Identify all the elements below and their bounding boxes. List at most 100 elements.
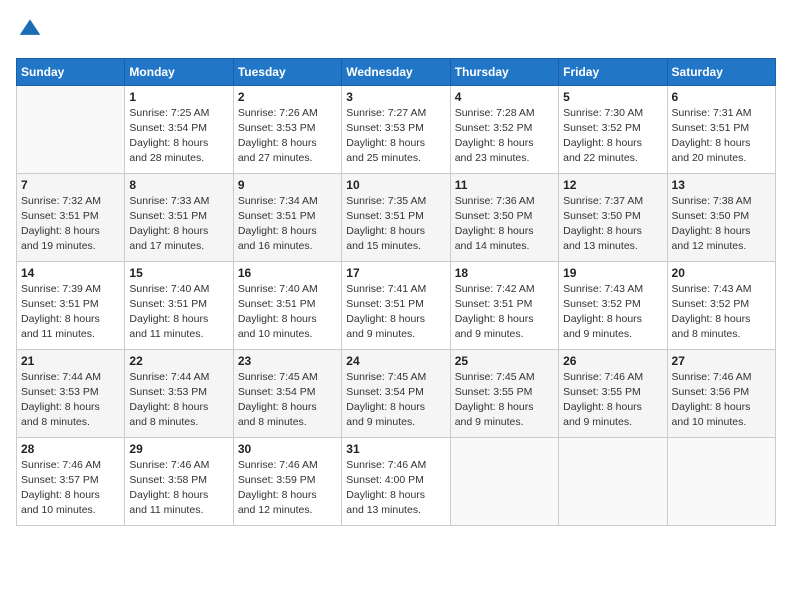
day-info: Sunrise: 7:44 AM Sunset: 3:53 PM Dayligh… bbox=[129, 370, 228, 431]
day-number: 14 bbox=[21, 266, 120, 280]
day-number: 24 bbox=[346, 354, 445, 368]
calendar-cell bbox=[450, 437, 558, 525]
calendar-cell: 21 Sunrise: 7:44 AM Sunset: 3:53 PM Dayli… bbox=[17, 349, 125, 437]
weekday-header-saturday: Saturday bbox=[667, 58, 775, 85]
calendar-week-5: 28 Sunrise: 7:46 AM Sunset: 3:57 PM Dayli… bbox=[17, 437, 776, 525]
weekday-header-sunday: Sunday bbox=[17, 58, 125, 85]
day-info: Sunrise: 7:30 AM Sunset: 3:52 PM Dayligh… bbox=[563, 106, 662, 167]
day-info: Sunrise: 7:36 AM Sunset: 3:50 PM Dayligh… bbox=[455, 194, 554, 255]
calendar-cell: 27 Sunrise: 7:46 AM Sunset: 3:56 PM Dayli… bbox=[667, 349, 775, 437]
calendar-cell: 4 Sunrise: 7:28 AM Sunset: 3:52 PM Daylig… bbox=[450, 85, 558, 173]
day-number: 13 bbox=[672, 178, 771, 192]
calendar-cell: 2 Sunrise: 7:26 AM Sunset: 3:53 PM Daylig… bbox=[233, 85, 341, 173]
calendar-week-4: 21 Sunrise: 7:44 AM Sunset: 3:53 PM Dayli… bbox=[17, 349, 776, 437]
day-number: 29 bbox=[129, 442, 228, 456]
day-info: Sunrise: 7:45 AM Sunset: 3:55 PM Dayligh… bbox=[455, 370, 554, 431]
weekday-header-row: SundayMondayTuesdayWednesdayThursdayFrid… bbox=[17, 58, 776, 85]
day-info: Sunrise: 7:38 AM Sunset: 3:50 PM Dayligh… bbox=[672, 194, 771, 255]
calendar-cell: 8Sunrise: 7:33 AM Sunset: 3:51 PM Daylig… bbox=[125, 173, 233, 261]
calendar-cell bbox=[17, 85, 125, 173]
day-info: Sunrise: 7:33 AM Sunset: 3:51 PM Dayligh… bbox=[129, 194, 228, 255]
weekday-header-wednesday: Wednesday bbox=[342, 58, 450, 85]
calendar-cell: 16 Sunrise: 7:40 AM Sunset: 3:51 PM Dayli… bbox=[233, 261, 341, 349]
calendar-cell: 17Sunrise: 7:41 AM Sunset: 3:51 PM Dayli… bbox=[342, 261, 450, 349]
day-number: 22 bbox=[129, 354, 228, 368]
day-info: Sunrise: 7:42 AM Sunset: 3:51 PM Dayligh… bbox=[455, 282, 554, 343]
day-info: Sunrise: 7:46 AM Sunset: 3:55 PM Dayligh… bbox=[563, 370, 662, 431]
day-info: Sunrise: 7:44 AM Sunset: 3:53 PM Dayligh… bbox=[21, 370, 120, 431]
calendar-cell: 23Sunrise: 7:45 AM Sunset: 3:54 PM Dayli… bbox=[233, 349, 341, 437]
day-number: 6 bbox=[672, 90, 771, 104]
day-info: Sunrise: 7:35 AM Sunset: 3:51 PM Dayligh… bbox=[346, 194, 445, 255]
day-number: 2 bbox=[238, 90, 337, 104]
calendar-cell: 13 Sunrise: 7:38 AM Sunset: 3:50 PM Dayli… bbox=[667, 173, 775, 261]
day-number: 25 bbox=[455, 354, 554, 368]
logo-icon bbox=[18, 16, 42, 40]
day-info: Sunrise: 7:43 AM Sunset: 3:52 PM Dayligh… bbox=[563, 282, 662, 343]
calendar-cell: 31 Sunrise: 7:46 AM Sunset: 4:00 PM Dayli… bbox=[342, 437, 450, 525]
day-info: Sunrise: 7:31 AM Sunset: 3:51 PM Dayligh… bbox=[672, 106, 771, 167]
calendar-header: SundayMondayTuesdayWednesdayThursdayFrid… bbox=[17, 58, 776, 85]
day-number: 4 bbox=[455, 90, 554, 104]
day-info: Sunrise: 7:45 AM Sunset: 3:54 PM Dayligh… bbox=[238, 370, 337, 431]
calendar-week-1: 1 Sunrise: 7:25 AM Sunset: 3:54 PM Daylig… bbox=[17, 85, 776, 173]
calendar-cell: 15Sunrise: 7:40 AM Sunset: 3:51 PM Dayli… bbox=[125, 261, 233, 349]
day-number: 20 bbox=[672, 266, 771, 280]
day-number: 28 bbox=[21, 442, 120, 456]
calendar-week-2: 7 Sunrise: 7:32 AM Sunset: 3:51 PM Daylig… bbox=[17, 173, 776, 261]
day-info: Sunrise: 7:34 AM Sunset: 3:51 PM Dayligh… bbox=[238, 194, 337, 255]
day-info: Sunrise: 7:40 AM Sunset: 3:51 PM Dayligh… bbox=[129, 282, 228, 343]
day-number: 27 bbox=[672, 354, 771, 368]
day-number: 16 bbox=[238, 266, 337, 280]
day-number: 19 bbox=[563, 266, 662, 280]
day-number: 12 bbox=[563, 178, 662, 192]
calendar-cell: 12 Sunrise: 7:37 AM Sunset: 3:50 PM Dayli… bbox=[559, 173, 667, 261]
calendar-cell: 20Sunrise: 7:43 AM Sunset: 3:52 PM Dayli… bbox=[667, 261, 775, 349]
calendar-cell bbox=[667, 437, 775, 525]
calendar-cell: 29 Sunrise: 7:46 AM Sunset: 3:58 PM Dayli… bbox=[125, 437, 233, 525]
calendar-cell: 18Sunrise: 7:42 AM Sunset: 3:51 PM Dayli… bbox=[450, 261, 558, 349]
day-number: 1 bbox=[129, 90, 228, 104]
day-info: Sunrise: 7:45 AM Sunset: 3:54 PM Dayligh… bbox=[346, 370, 445, 431]
day-info: Sunrise: 7:26 AM Sunset: 3:53 PM Dayligh… bbox=[238, 106, 337, 167]
calendar-cell: 11 Sunrise: 7:36 AM Sunset: 3:50 PM Dayli… bbox=[450, 173, 558, 261]
day-info: Sunrise: 7:46 AM Sunset: 3:58 PM Dayligh… bbox=[129, 458, 228, 519]
day-number: 11 bbox=[455, 178, 554, 192]
day-info: Sunrise: 7:41 AM Sunset: 3:51 PM Dayligh… bbox=[346, 282, 445, 343]
calendar-cell: 30Sunrise: 7:46 AM Sunset: 3:59 PM Dayli… bbox=[233, 437, 341, 525]
day-number: 31 bbox=[346, 442, 445, 456]
day-number: 26 bbox=[563, 354, 662, 368]
day-info: Sunrise: 7:32 AM Sunset: 3:51 PM Dayligh… bbox=[21, 194, 120, 255]
calendar-cell: 26 Sunrise: 7:46 AM Sunset: 3:55 PM Dayli… bbox=[559, 349, 667, 437]
day-info: Sunrise: 7:46 AM Sunset: 3:57 PM Dayligh… bbox=[21, 458, 120, 519]
day-info: Sunrise: 7:46 AM Sunset: 4:00 PM Dayligh… bbox=[346, 458, 445, 519]
calendar-cell: 25 Sunrise: 7:45 AM Sunset: 3:55 PM Dayli… bbox=[450, 349, 558, 437]
day-info: Sunrise: 7:27 AM Sunset: 3:53 PM Dayligh… bbox=[346, 106, 445, 167]
calendar-body: 1 Sunrise: 7:25 AM Sunset: 3:54 PM Daylig… bbox=[17, 85, 776, 525]
calendar-cell: 1 Sunrise: 7:25 AM Sunset: 3:54 PM Daylig… bbox=[125, 85, 233, 173]
calendar-cell: 14Sunrise: 7:39 AM Sunset: 3:51 PM Dayli… bbox=[17, 261, 125, 349]
calendar-week-3: 14Sunrise: 7:39 AM Sunset: 3:51 PM Dayli… bbox=[17, 261, 776, 349]
day-number: 3 bbox=[346, 90, 445, 104]
calendar-cell bbox=[559, 437, 667, 525]
calendar-cell: 28 Sunrise: 7:46 AM Sunset: 3:57 PM Dayli… bbox=[17, 437, 125, 525]
logo bbox=[16, 16, 42, 46]
day-number: 9 bbox=[238, 178, 337, 192]
day-info: Sunrise: 7:28 AM Sunset: 3:52 PM Dayligh… bbox=[455, 106, 554, 167]
calendar-cell: 19 Sunrise: 7:43 AM Sunset: 3:52 PM Dayli… bbox=[559, 261, 667, 349]
day-number: 7 bbox=[21, 178, 120, 192]
calendar-table: SundayMondayTuesdayWednesdayThursdayFrid… bbox=[16, 58, 776, 526]
calendar-cell: 9 Sunrise: 7:34 AM Sunset: 3:51 PM Daylig… bbox=[233, 173, 341, 261]
day-info: Sunrise: 7:46 AM Sunset: 3:56 PM Dayligh… bbox=[672, 370, 771, 431]
day-info: Sunrise: 7:25 AM Sunset: 3:54 PM Dayligh… bbox=[129, 106, 228, 167]
day-number: 21 bbox=[21, 354, 120, 368]
day-number: 30 bbox=[238, 442, 337, 456]
calendar-cell: 5Sunrise: 7:30 AM Sunset: 3:52 PM Daylig… bbox=[559, 85, 667, 173]
page-header bbox=[16, 16, 776, 46]
day-info: Sunrise: 7:37 AM Sunset: 3:50 PM Dayligh… bbox=[563, 194, 662, 255]
calendar-cell: 24 Sunrise: 7:45 AM Sunset: 3:54 PM Dayli… bbox=[342, 349, 450, 437]
calendar-cell: 22 Sunrise: 7:44 AM Sunset: 3:53 PM Dayli… bbox=[125, 349, 233, 437]
calendar-cell: 7 Sunrise: 7:32 AM Sunset: 3:51 PM Daylig… bbox=[17, 173, 125, 261]
weekday-header-friday: Friday bbox=[559, 58, 667, 85]
day-info: Sunrise: 7:40 AM Sunset: 3:51 PM Dayligh… bbox=[238, 282, 337, 343]
